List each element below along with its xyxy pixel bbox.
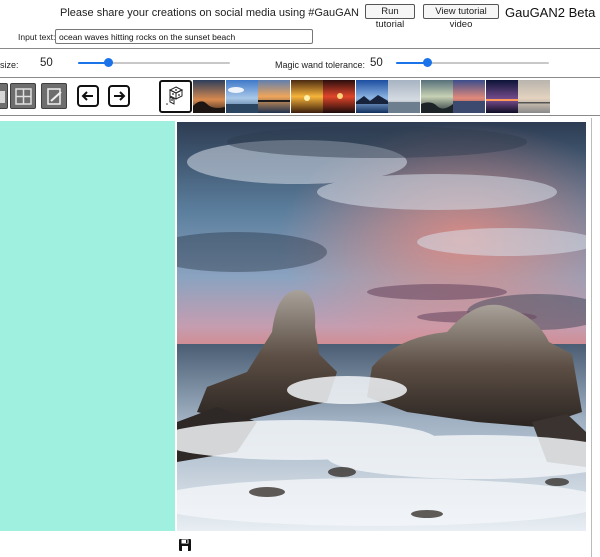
input-text-field[interactable]	[55, 29, 313, 44]
misty-coast-thumbnail[interactable]	[388, 80, 420, 113]
share-message: Please share your creations on social me…	[60, 7, 359, 19]
slider-thumb[interactable]	[104, 58, 114, 67]
arrow-right-icon	[114, 91, 126, 101]
magic-wand-slider[interactable]	[396, 58, 549, 68]
brush-size-slider[interactable]	[78, 58, 230, 68]
magic-wand-label: Magic wand tolerance:	[275, 60, 366, 70]
magic-wand-value: 50	[370, 57, 383, 69]
view-tutorial-video-button[interactable]: View tutorial video	[423, 4, 499, 30]
style-thumbnail-strip	[193, 80, 551, 113]
orange-sunset-thumbnail[interactable]	[290, 80, 323, 113]
grid-tool-icon	[15, 88, 32, 105]
input-text-label: Input text:	[18, 32, 56, 42]
fill-tool-button[interactable]	[0, 83, 8, 109]
purple-sunset-thumbnail[interactable]	[453, 80, 485, 113]
divider	[591, 118, 592, 557]
ocean-rocks-sunset-image	[177, 122, 586, 531]
brush-size-label: size:	[0, 60, 19, 70]
top-bar: Please share your creations on social me…	[0, 0, 600, 48]
slider-thumb[interactable]	[422, 58, 432, 67]
generated-image	[177, 122, 586, 531]
segmentation-canvas[interactable]	[0, 121, 175, 531]
dice-icon	[166, 86, 184, 105]
edit-tool-button[interactable]	[41, 83, 67, 109]
pale-beach-thumbnail[interactable]	[518, 80, 550, 113]
edit-tool-icon	[47, 88, 62, 105]
lake-dusk-thumbnail[interactable]	[420, 80, 453, 113]
run-tutorial-button[interactable]: Run tutorial	[365, 4, 415, 30]
toolbar	[0, 79, 600, 115]
app-title: GauGAN2 Beta	[505, 5, 596, 20]
blue-lake-thumbnail[interactable]	[355, 80, 388, 113]
divider	[0, 115, 600, 116]
redo-button[interactable]	[108, 85, 130, 107]
harbor-sunset-thumbnail[interactable]	[258, 80, 290, 113]
red-sky-thumbnail[interactable]	[323, 80, 355, 113]
divider	[0, 77, 600, 78]
night-horizon-thumbnail[interactable]	[485, 80, 518, 113]
fill-tool-icon	[0, 91, 5, 103]
sunset-rocks-thumbnail[interactable]	[193, 80, 225, 113]
brush-size-value: 50	[40, 57, 53, 69]
save-icon[interactable]	[178, 538, 192, 552]
grid-tool-button[interactable]	[10, 83, 36, 109]
divider	[0, 48, 600, 49]
arrow-left-icon	[81, 91, 93, 101]
blue-sky-thumbnail[interactable]	[225, 80, 258, 113]
undo-button[interactable]	[77, 85, 99, 107]
random-style-button[interactable]	[159, 80, 192, 113]
